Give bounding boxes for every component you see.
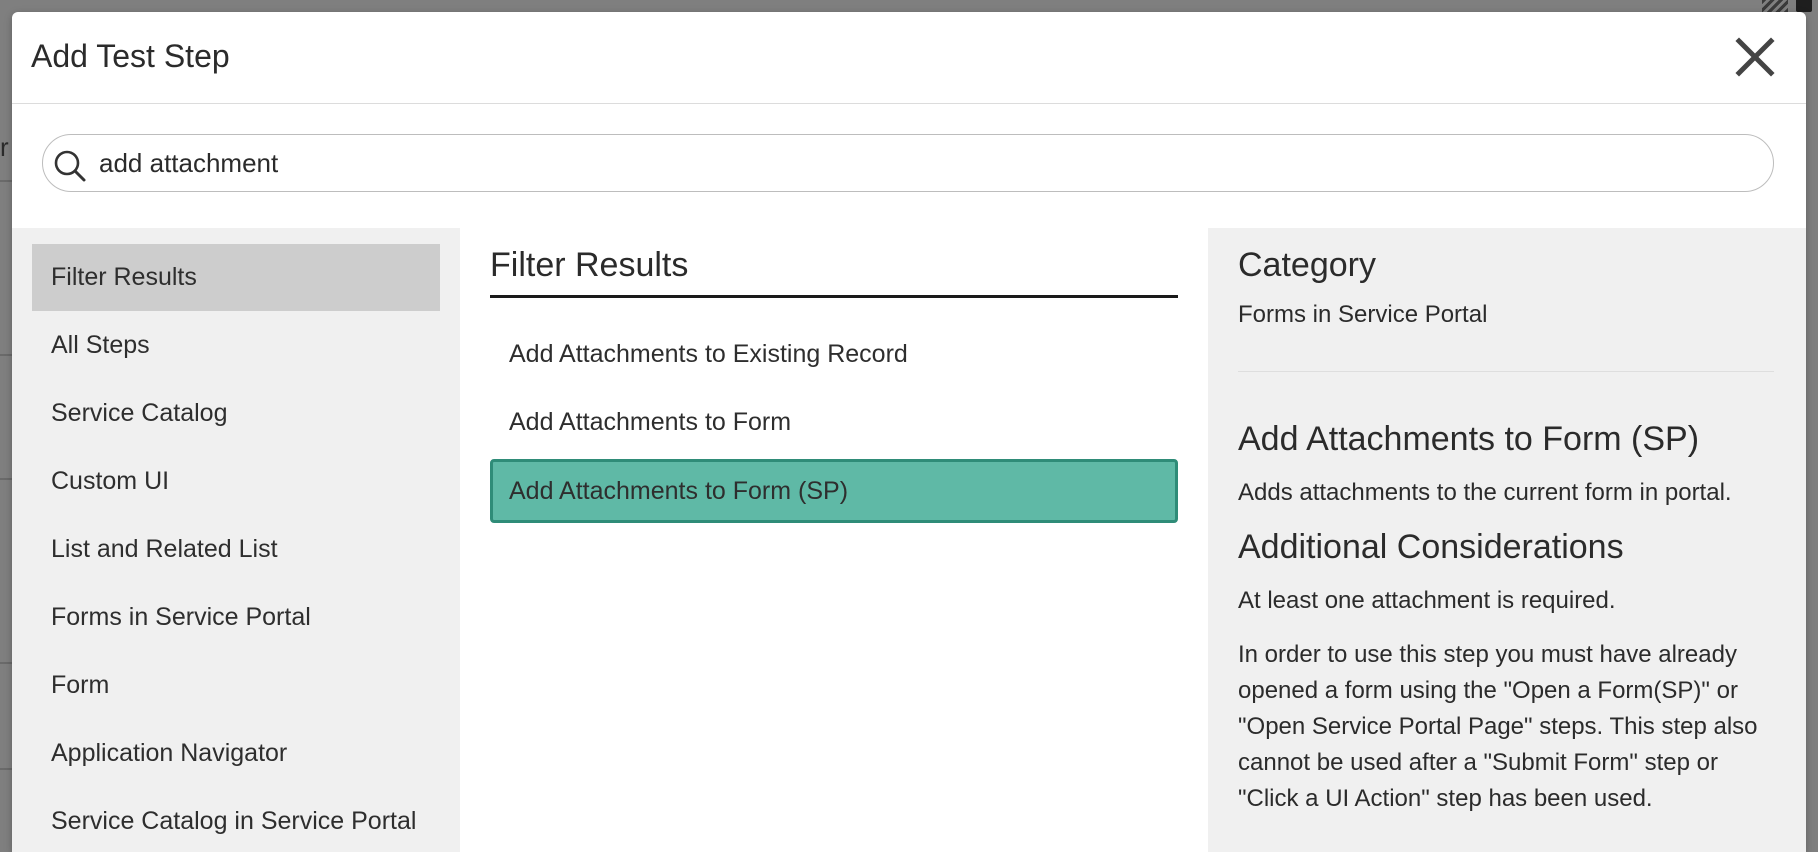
step-description: Adds attachments to the current form in … xyxy=(1238,479,1732,506)
dialog-title: Add Test Step xyxy=(31,38,230,74)
category-item-service-catalog[interactable]: Service Catalog xyxy=(32,380,440,447)
results-heading: Filter Results xyxy=(490,243,1178,298)
step-details-panel: Category Forms in Service Portal Add Att… xyxy=(1208,228,1806,852)
backdrop-divider xyxy=(0,478,12,480)
consideration-text: At least one attachment is required. xyxy=(1238,587,1616,614)
backdrop-document-icon xyxy=(1796,0,1812,12)
category-item-filter-results[interactable]: Filter Results xyxy=(32,244,440,311)
close-button[interactable] xyxy=(1732,34,1778,80)
backdrop-divider xyxy=(0,768,12,770)
category-value: Forms in Service Portal xyxy=(1238,301,1488,328)
category-item-all-steps[interactable]: All Steps xyxy=(32,312,440,379)
backdrop-divider xyxy=(0,662,12,664)
results-panel: Filter Results Add Attachments to Existi… xyxy=(460,228,1220,852)
category-item-custom-ui[interactable]: Custom UI xyxy=(32,448,440,515)
dialog-header: Add Test Step xyxy=(12,12,1806,104)
considerations-heading: Additional Considerations xyxy=(1238,528,1624,566)
category-list: Filter Results All Steps Service Catalog… xyxy=(12,228,460,852)
backdrop-toolbar-fragment xyxy=(1748,0,1818,12)
details-divider xyxy=(1238,371,1774,372)
backdrop-divider xyxy=(0,354,12,356)
consideration-text: In order to use this step you must have … xyxy=(1238,641,1758,812)
result-item[interactable]: Add Attachments to Form xyxy=(490,391,1178,455)
backdrop-text-fragment: r xyxy=(0,132,9,162)
category-item-service-catalog-in-service-portal[interactable]: Service Catalog in Service Portal xyxy=(32,788,440,852)
close-icon xyxy=(1735,37,1775,77)
add-test-step-dialog: Add Test Step Filter Results All Steps S… xyxy=(12,12,1806,852)
search-icon xyxy=(54,150,86,182)
result-item[interactable]: Add Attachments to Existing Record xyxy=(490,323,1178,387)
category-heading: Category xyxy=(1238,246,1376,284)
category-item-forms-in-service-portal[interactable]: Forms in Service Portal xyxy=(32,584,440,651)
result-item-selected[interactable]: Add Attachments to Form (SP) xyxy=(490,459,1178,523)
category-item-form[interactable]: Form xyxy=(32,652,440,719)
category-item-application-navigator[interactable]: Application Navigator xyxy=(32,720,440,787)
step-title: Add Attachments to Form (SP) xyxy=(1238,420,1700,458)
search-box[interactable] xyxy=(42,134,1774,192)
backdrop-divider xyxy=(0,180,12,182)
search-input[interactable] xyxy=(99,143,1739,183)
category-item-list-and-related-list[interactable]: List and Related List xyxy=(32,516,440,583)
backdrop-stripe-icon xyxy=(1762,0,1788,12)
